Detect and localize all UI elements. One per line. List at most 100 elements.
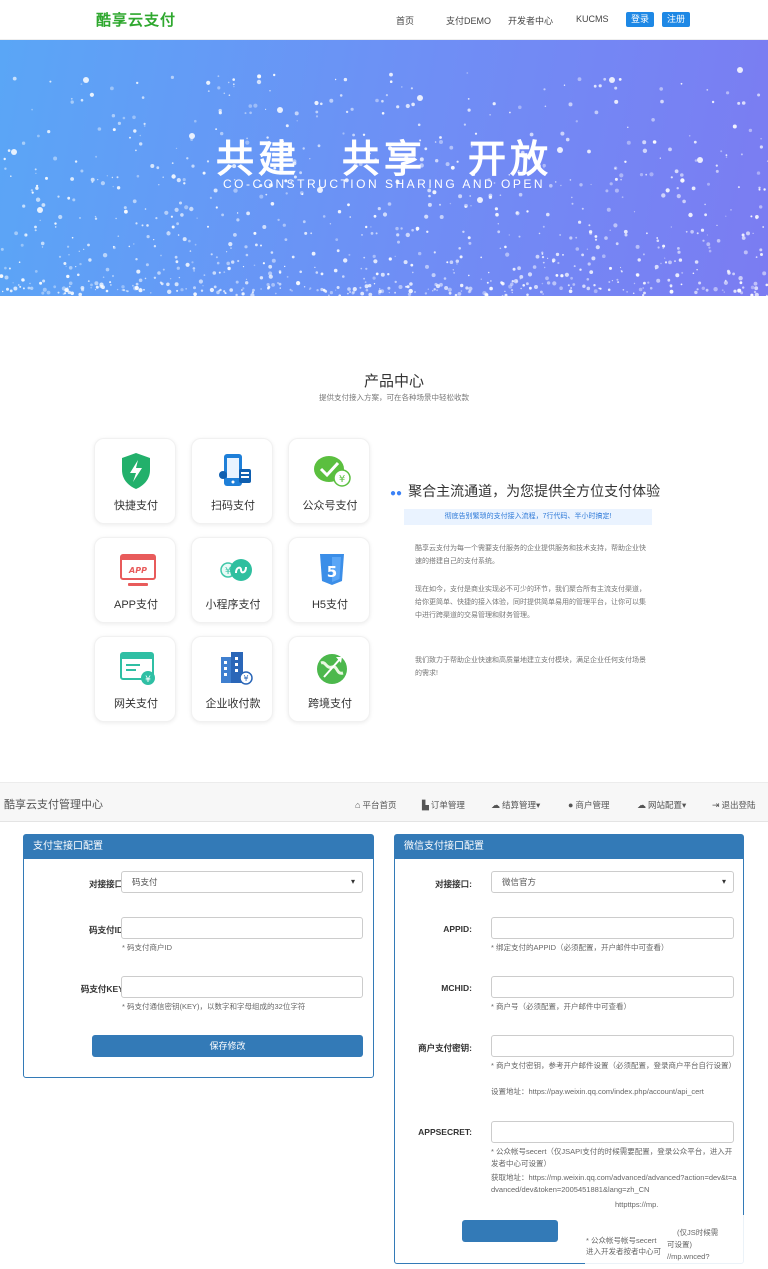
hero-dot <box>618 78 622 81</box>
admin-menu-site-config[interactable]: ☁ 网站配置▾ <box>637 799 686 811</box>
product-card-crossborder-pay[interactable]: 跨境支付 <box>288 636 370 722</box>
hero-dot <box>185 262 190 267</box>
hero-dot <box>716 224 718 226</box>
hero-dot <box>681 271 684 274</box>
hero-dot <box>363 256 366 259</box>
hero-dot <box>227 266 231 271</box>
hero-dot <box>578 220 582 224</box>
hero-dot <box>271 283 275 287</box>
hero-dot <box>144 277 147 280</box>
hero-dot <box>266 283 270 287</box>
product-card-h5-pay[interactable]: 5 H5支付 <box>288 537 370 623</box>
nav-demo-link[interactable]: 支付DEMO <box>446 14 491 27</box>
hero-dot <box>570 276 573 280</box>
appsecret-url-fragment: httpttps://mp. <box>615 1200 659 1209</box>
nav-developer-link[interactable]: 开发者中心 <box>508 14 553 27</box>
hero-dot <box>464 203 468 208</box>
hero-dot <box>111 274 115 278</box>
hero-dot <box>41 203 46 207</box>
hero-dot <box>696 232 699 235</box>
hero-dot <box>226 251 228 253</box>
product-card-gateway-pay[interactable]: ¥ 网关支付 <box>94 636 176 722</box>
register-button[interactable]: 注册 <box>662 12 691 27</box>
codepay-id-input[interactable] <box>121 917 363 939</box>
hero-dot <box>342 275 345 278</box>
appsecret-help: * 公众帐号secert（仅JSAPI支付的时候需要配置，登录公众平台，进入开发… <box>491 1147 733 1168</box>
nav-home-link[interactable]: 首页 <box>396 14 414 27</box>
hero-dot <box>19 285 22 288</box>
hero-dot <box>560 274 564 278</box>
product-card-enterprise-pay[interactable]: ¥ 企业收付款 <box>191 636 273 722</box>
product-card-app-pay[interactable]: APP APP支付 <box>94 537 176 623</box>
hero-dot <box>232 83 235 86</box>
hero-dot <box>594 110 599 115</box>
hero-dot <box>223 92 226 95</box>
hero-dot <box>273 73 276 77</box>
hero-dot <box>527 272 533 277</box>
hero-dot <box>274 292 277 295</box>
hero-dot <box>138 288 143 293</box>
nav-kucms-link[interactable]: KUCMS <box>576 14 609 24</box>
codepay-key-input[interactable] <box>121 976 363 998</box>
hero-dot <box>0 247 4 251</box>
admin-menu-logout[interactable]: ⇥ 退出登陆 <box>712 799 756 811</box>
product-card-miniprogram-pay[interactable]: ¥ 小程序支付 <box>191 537 273 623</box>
hero-dot <box>480 278 482 280</box>
hero-dot <box>477 197 483 203</box>
feature-heading: ●● 聚合主流通道，为您提供全方位支付体验 <box>390 481 660 501</box>
admin-menu-label: 商户管理 <box>575 800 610 810</box>
hero-dot <box>540 290 543 294</box>
admin-menu-home[interactable]: ⌂ 平台首页 <box>355 799 396 811</box>
hero-dot <box>588 224 591 227</box>
hero-dot <box>304 231 308 235</box>
interface-select[interactable]: 微信官方 <box>491 871 734 893</box>
hero-dot <box>271 258 276 263</box>
hero-dot <box>194 243 197 246</box>
hero-dot <box>102 276 105 278</box>
hero-dot <box>121 285 125 289</box>
product-card-scan-pay[interactable]: 扫码支付 <box>191 438 273 524</box>
hero-dot <box>13 286 18 291</box>
save-button[interactable]: 保存修改 <box>92 1035 363 1057</box>
mchid-input[interactable] <box>491 976 734 998</box>
hero-dot <box>577 77 582 82</box>
hero-dot <box>458 247 462 250</box>
interface-select[interactable]: 码支付 <box>121 871 363 893</box>
product-card-quick-pay[interactable]: 快捷支付 <box>94 438 176 524</box>
product-label: 跨境支付 <box>308 698 352 710</box>
hero-dot <box>380 289 385 294</box>
hero-dot <box>723 291 725 293</box>
glitch-text: //mp.wnced? <box>667 1252 710 1261</box>
hero-dot <box>41 246 44 248</box>
admin-menu-merchants[interactable]: ● 商户管理 <box>568 799 609 811</box>
hero-dot <box>542 225 545 228</box>
hero-dot <box>368 292 373 296</box>
admin-menu-settlement[interactable]: ☁ 结算管理▾ <box>491 799 540 811</box>
hero-dot <box>500 281 503 284</box>
hero-dot <box>750 215 753 218</box>
save-button[interactable] <box>462 1220 558 1242</box>
admin-menu-orders[interactable]: ▙ 订单管理 <box>422 799 465 811</box>
hero-dot <box>705 288 709 292</box>
merchant-key-input[interactable] <box>491 1035 734 1057</box>
hero-dot <box>460 290 463 292</box>
hero-dot <box>70 291 74 296</box>
cloud-icon: ☁ <box>491 800 500 810</box>
hero-dot <box>591 256 596 261</box>
hero-dot <box>217 86 221 90</box>
site-logo[interactable]: 酷享云支付 <box>96 9 176 30</box>
appsecret-input[interactable] <box>491 1121 734 1143</box>
product-card-wechat-pay[interactable]: ¥ 公众号支付 <box>288 438 370 524</box>
admin-brand[interactable]: 酷享云支付管理中心 <box>4 796 103 812</box>
hero-dot <box>34 229 37 232</box>
hero-dot <box>552 260 555 263</box>
login-button[interactable]: 登录 <box>626 12 655 27</box>
hero-dot <box>370 226 372 228</box>
mini-program-icon: ¥ <box>220 559 252 581</box>
hero-dot <box>124 209 128 214</box>
hero-dot <box>39 219 41 222</box>
appid-input[interactable] <box>491 917 734 939</box>
hero-dot <box>299 191 304 195</box>
hero-dot <box>706 234 709 236</box>
hero-dot <box>257 74 262 79</box>
